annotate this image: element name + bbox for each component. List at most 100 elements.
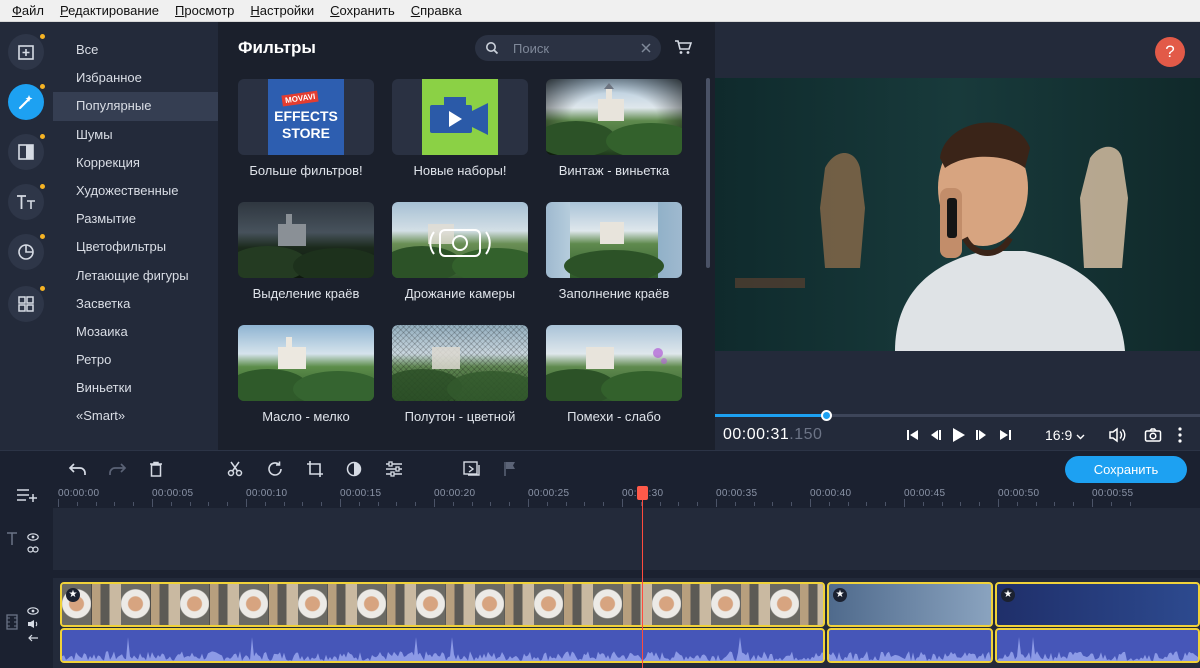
- video-track: ★ ★ ★: [53, 578, 1200, 668]
- go-to-start-button[interactable]: [903, 425, 923, 445]
- rotate-button[interactable]: [265, 459, 285, 479]
- stickers-button[interactable]: [8, 234, 44, 270]
- next-frame-button[interactable]: [972, 425, 992, 445]
- category-retro[interactable]: Ретро: [53, 346, 218, 374]
- crop-button[interactable]: [305, 459, 325, 479]
- category-color-filters[interactable]: Цветофильтры: [53, 233, 218, 261]
- help-button[interactable]: ?: [1155, 37, 1185, 67]
- audio-clip-third[interactable]: [995, 628, 1200, 663]
- go-to-end-button[interactable]: [995, 425, 1015, 445]
- filter-tile-noise-light[interactable]: Помехи - слабо: [546, 325, 682, 424]
- gallery-scrollbar[interactable]: [706, 78, 710, 268]
- playback-progress[interactable]: [715, 410, 1200, 421]
- menu-export[interactable]: Сохранить: [330, 3, 395, 18]
- ruler-tick: [58, 499, 59, 507]
- play-button[interactable]: [948, 425, 968, 445]
- filter-tile-camera-shake[interactable]: Дрожание камеры: [392, 202, 528, 301]
- tool-rail: [0, 22, 53, 450]
- filter-tile-new-packs[interactable]: Новые наборы!: [392, 79, 528, 178]
- transitions-button[interactable]: [8, 134, 44, 170]
- filter-tile-halftone-color[interactable]: Полутон - цветной: [392, 325, 528, 424]
- camera-icon: [1144, 428, 1162, 442]
- audio-clip-main[interactable]: [60, 628, 825, 663]
- menu-file[interactable]: Файл: [12, 3, 44, 18]
- ruler-tick: [152, 499, 153, 507]
- category-favorites[interactable]: Избранное: [53, 64, 218, 92]
- clear-search-icon[interactable]: [641, 43, 651, 53]
- previous-frame-button[interactable]: [925, 425, 945, 445]
- category-blur[interactable]: Размытие: [53, 205, 218, 233]
- titles-button[interactable]: [8, 184, 44, 220]
- add-track-button[interactable]: [16, 488, 38, 507]
- category-artistic[interactable]: Художественные: [53, 177, 218, 205]
- split-button[interactable]: [225, 459, 245, 479]
- snapshot-button[interactable]: [1143, 425, 1163, 445]
- track-headers: [0, 486, 53, 668]
- clip-properties-button[interactable]: [384, 459, 404, 479]
- link-icon[interactable]: [27, 541, 39, 559]
- ruler-tick: [753, 502, 755, 506]
- aspect-ratio-select[interactable]: 16:9: [1045, 427, 1085, 443]
- camera-shake-thumbnail: [392, 202, 528, 278]
- more-tools-button[interactable]: [8, 286, 44, 322]
- add-marker-button[interactable]: [500, 459, 520, 479]
- favorite-star-icon[interactable]: ★: [833, 588, 847, 602]
- delete-button[interactable]: [146, 459, 166, 479]
- clip-frame: [711, 584, 740, 625]
- ruler-tick: [358, 502, 360, 506]
- favorite-star-icon[interactable]: ★: [66, 588, 80, 602]
- clip-frame: [475, 584, 504, 625]
- stickers-icon: [18, 244, 34, 260]
- color-adjust-button[interactable]: [344, 459, 364, 479]
- category-light-leaks[interactable]: Засветка: [53, 290, 218, 318]
- import-button[interactable]: [8, 34, 44, 70]
- ruler-tick: [321, 502, 323, 506]
- filter-tile-edge-fill[interactable]: Заполнение краёв: [546, 202, 682, 301]
- category-mosaic[interactable]: Мозаика: [53, 318, 218, 346]
- filter-tile-edge-detection[interactable]: Выделение краёв: [238, 202, 374, 301]
- search-box: [475, 35, 661, 61]
- playhead-line: [642, 486, 643, 668]
- ruler-tick: [1054, 502, 1056, 506]
- video-clip-second[interactable]: ★: [827, 582, 993, 627]
- category-smart[interactable]: «Smart»: [53, 402, 218, 430]
- audio-clip-second[interactable]: [827, 628, 993, 663]
- category-correction[interactable]: Коррекция: [53, 149, 218, 177]
- menu-settings[interactable]: Настройки: [250, 3, 314, 18]
- filters-button[interactable]: [8, 84, 44, 120]
- search-input[interactable]: [513, 40, 623, 56]
- menu-view[interactable]: Просмотр: [175, 3, 234, 18]
- store-logo-brand: MOVAVI: [281, 90, 319, 107]
- text-track[interactable]: [53, 508, 1200, 570]
- category-vignettes[interactable]: Виньетки: [53, 374, 218, 402]
- video-clip-third[interactable]: ★: [995, 582, 1200, 627]
- video-clip-main[interactable]: ★: [60, 582, 825, 627]
- progress-knob[interactable]: [820, 410, 832, 421]
- save-button[interactable]: Сохранить: [1065, 456, 1187, 483]
- favorite-star-icon[interactable]: ★: [1001, 588, 1015, 602]
- search-icon: [486, 42, 499, 55]
- ruler-label: 00:00:45: [904, 488, 946, 499]
- redo-button[interactable]: [107, 459, 127, 479]
- volume-button[interactable]: [1107, 425, 1127, 445]
- filter-tile-vintage-vignette[interactable]: Винтаж - виньетка: [546, 79, 682, 178]
- filter-tile-oil-fine[interactable]: Масло - мелко: [238, 325, 374, 424]
- category-all[interactable]: Все: [53, 36, 218, 64]
- undo-button[interactable]: [68, 459, 88, 479]
- category-popular[interactable]: Популярные: [53, 92, 218, 121]
- more-options-button[interactable]: [1170, 425, 1190, 445]
- timeline-ruler[interactable]: 00:00:00 00:00:05 00:00:10 00:00:15 00:0…: [53, 486, 1200, 508]
- track-detach-icon[interactable]: [27, 630, 39, 648]
- gallery-title: Фильтры: [238, 38, 316, 57]
- playhead-handle[interactable]: [637, 486, 648, 500]
- menu-help[interactable]: Справка: [411, 3, 462, 18]
- cart-icon[interactable]: [674, 39, 692, 55]
- menu-edit[interactable]: Редактирование: [60, 3, 159, 18]
- category-flying-objects[interactable]: Летающие фигуры: [53, 262, 218, 290]
- filter-tile-more-filters[interactable]: MOVAVI EFFECTS STORE Больше фильтров!: [238, 79, 374, 178]
- insert-clip-button[interactable]: [462, 459, 482, 479]
- rotate-icon: [268, 461, 282, 476]
- clip-frame: [121, 584, 150, 625]
- category-noise[interactable]: Шумы: [53, 121, 218, 149]
- ruler-tick: [1092, 499, 1093, 507]
